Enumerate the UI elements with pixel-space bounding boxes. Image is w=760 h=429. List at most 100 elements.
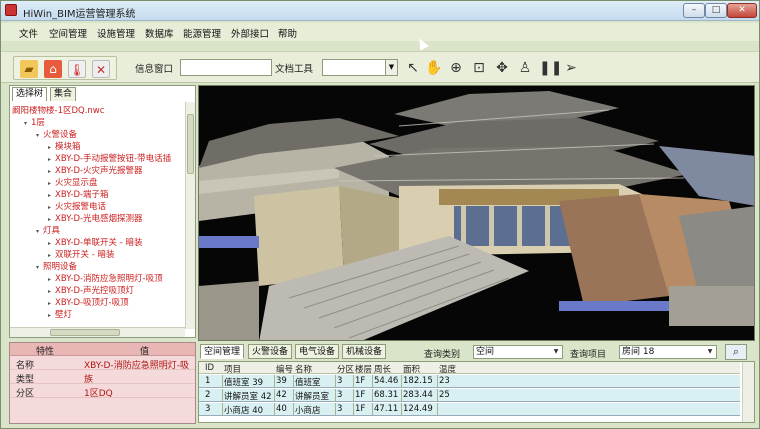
property-row[interactable]: 类型 族 <box>10 371 195 385</box>
expand-icon[interactable]: ▸ <box>48 298 55 309</box>
tree-node-label: 灯具 <box>43 226 61 236</box>
menu-space[interactable]: 空间管理 <box>49 26 87 40</box>
collapse-icon[interactable]: ▾ <box>24 118 31 129</box>
query-type-select[interactable]: 空间 ▼ <box>473 345 563 359</box>
select-arrow-icon[interactable]: ➢ <box>562 59 580 77</box>
minimize-button[interactable]: – <box>683 3 705 18</box>
tree-node[interactable]: ▸ 火灾报警电话 <box>48 202 106 213</box>
tree-node[interactable]: ▾ 火警设备 <box>36 130 77 141</box>
tree-node-label: XBY-D-消防应急照明灯-吸顶 <box>55 274 163 284</box>
tab-selection-tree[interactable]: 选择树 <box>12 87 48 101</box>
footsteps-icon[interactable]: ❚❚ <box>539 59 562 77</box>
tree-node-label: 双联开关 - 暗装 <box>55 250 115 260</box>
column-header[interactable]: 楼层 <box>355 363 372 375</box>
tree-node[interactable]: ▸ 火灾显示盘 <box>48 178 98 189</box>
property-value: XBY-D-消防应急照明灯-吸 <box>84 361 189 371</box>
tab-sets[interactable]: 集合 <box>50 87 77 101</box>
scroll-thumb[interactable] <box>187 114 194 174</box>
expand-icon[interactable]: ▸ <box>48 190 55 201</box>
tab-space-management[interactable]: 空间管理 <box>200 344 245 359</box>
pointer-icon[interactable]: ↖ <box>404 59 422 77</box>
zoom-icon[interactable]: ⊕ <box>447 59 465 77</box>
expand-icon[interactable]: ▸ <box>48 166 55 177</box>
table-row[interactable]: 2 讲解员室 42 42 讲解员室 3 1F 68.31 283.44 25 <box>199 389 740 402</box>
tree-node[interactable]: ▸ XBY-D-火灾声光报警器 <box>48 166 143 177</box>
column-header[interactable]: 周长 <box>374 363 391 375</box>
tab-electrical-equipment[interactable]: 电气设备 <box>295 344 340 359</box>
property-row[interactable]: 名称 XBY-D-消防应急照明灯-吸 <box>10 357 195 371</box>
tree-node[interactable]: ▸ XBY-D-端子箱 <box>48 190 109 201</box>
collapse-icon[interactable]: ▾ <box>36 226 43 237</box>
orbit-icon[interactable]: ✥ <box>493 59 511 77</box>
menu-facility[interactable]: 设施管理 <box>97 26 135 40</box>
expand-icon[interactable]: ▸ <box>48 238 55 249</box>
home-icon[interactable]: ⌂ <box>44 60 62 78</box>
tab-mechanical-equipment[interactable]: 机械设备 <box>342 344 387 359</box>
tree-node[interactable]: ▾ 照明设备 <box>36 262 77 273</box>
expand-icon[interactable]: ▸ <box>48 274 55 285</box>
expand-icon[interactable]: ▸ <box>48 250 55 261</box>
column-header[interactable]: 面积 <box>403 363 420 375</box>
expand-icon[interactable]: ▸ <box>48 178 55 189</box>
menu-help[interactable]: 帮助 <box>278 26 297 40</box>
doc-tool-label: 文档工具 <box>275 64 314 75</box>
tree-node[interactable]: ▸ XBY-D-吸顶灯-吸顶 <box>48 298 129 309</box>
tree-node[interactable]: 阚阳楼物楼-1区DQ.nwc <box>12 106 104 117</box>
expand-icon[interactable]: ▸ <box>48 214 55 225</box>
tree-node-label: XBY-D-手动报警按钮-带电话插 <box>55 154 172 164</box>
collapse-icon[interactable]: ▾ <box>36 130 43 141</box>
menu-database[interactable]: 数据库 <box>145 26 174 40</box>
column-header[interactable]: ID <box>205 363 214 373</box>
tree-node[interactable]: ▸ 壁灯 <box>48 310 72 321</box>
thermometer-icon[interactable]: 🌡 <box>68 60 86 78</box>
selection-tree[interactable]: 阚阳楼物楼-1区DQ.nwc ▾ 1层 ▾ 火警设备 ▸ 模块箱 ▸ XBY-D-手动报警按钮-… <box>10 106 185 328</box>
close-button[interactable]: ✕ <box>727 3 757 18</box>
menu-external[interactable]: 外部接口 <box>231 26 269 40</box>
expand-icon[interactable]: ▸ <box>48 142 55 153</box>
property-key: 类型 <box>16 375 35 385</box>
table-row[interactable]: 3 小商店 40 40 小商店 3 1F 47.11 124.49 <box>199 403 740 416</box>
tree-node[interactable]: ▾ 1层 <box>24 118 45 129</box>
cell-divider <box>293 375 294 387</box>
3d-model-viewport[interactable] <box>198 85 755 341</box>
scroll-thumb[interactable] <box>50 329 120 336</box>
maximize-button[interactable]: □ <box>705 3 727 18</box>
column-header[interactable]: 温度 <box>439 363 456 375</box>
column-header[interactable]: 名称 <box>295 363 312 375</box>
search-button[interactable]: ⌕ <box>725 344 747 360</box>
zoom-window-icon[interactable]: ⊡ <box>470 59 488 77</box>
column-header[interactable]: 分区 <box>337 363 354 375</box>
menu-file[interactable]: 文件 <box>19 26 38 40</box>
tree-node[interactable]: ▾ 灯具 <box>36 226 60 237</box>
tree-node[interactable]: ▸ 模块箱 <box>48 142 81 153</box>
property-key-header: 特性 <box>36 347 55 357</box>
tools-icon[interactable]: ✕ <box>92 60 110 78</box>
expand-icon[interactable]: ▸ <box>48 286 55 297</box>
tree-vertical-scrollbar[interactable] <box>185 102 195 329</box>
tree-node[interactable]: ▸ 双联开关 - 暗装 <box>48 250 114 261</box>
expand-icon[interactable]: ▸ <box>48 310 55 321</box>
menu-energy[interactable]: 能源管理 <box>183 26 221 40</box>
tab-fire-equipment[interactable]: 火警设备 <box>248 344 293 359</box>
property-row[interactable]: 分区 1区DQ <box>10 385 195 399</box>
collapse-icon[interactable]: ▾ <box>36 262 43 273</box>
table-vertical-scrollbar[interactable] <box>742 362 754 422</box>
query-item-select[interactable]: 房间 18 ▼ <box>619 345 717 359</box>
tree-node[interactable]: ▸ XBY-D-声光控吸顶灯 <box>48 286 134 297</box>
tree-horizontal-scrollbar[interactable] <box>10 327 185 337</box>
info-window-field[interactable] <box>180 59 272 76</box>
walk-icon[interactable]: ♙ <box>516 59 534 77</box>
chevron-down-icon[interactable]: ▼ <box>385 59 398 76</box>
expand-icon[interactable]: ▸ <box>48 154 55 165</box>
tree-node[interactable]: ▸ XBY-D-消防应急照明灯-吸顶 <box>48 274 163 285</box>
table-row[interactable]: 1 值班室 39 39 值班室 3 1F 54.46 182.15 23 <box>199 375 740 388</box>
tree-node[interactable]: ▸ XBY-D-单联开关 - 暗装 <box>48 238 143 249</box>
expand-icon[interactable]: ▸ <box>48 202 55 213</box>
column-header[interactable]: 编号 <box>276 363 293 375</box>
column-header[interactable]: 项目 <box>224 363 241 375</box>
folder-open-icon[interactable]: ▰ <box>20 60 38 78</box>
doc-tool-select[interactable] <box>322 59 386 76</box>
hand-pan-icon[interactable]: ✋ <box>425 59 443 77</box>
tree-node[interactable]: ▸ XBY-D-光电感烟探测器 <box>48 214 143 225</box>
tree-node[interactable]: ▸ XBY-D-手动报警按钮-带电话插 <box>48 154 171 165</box>
